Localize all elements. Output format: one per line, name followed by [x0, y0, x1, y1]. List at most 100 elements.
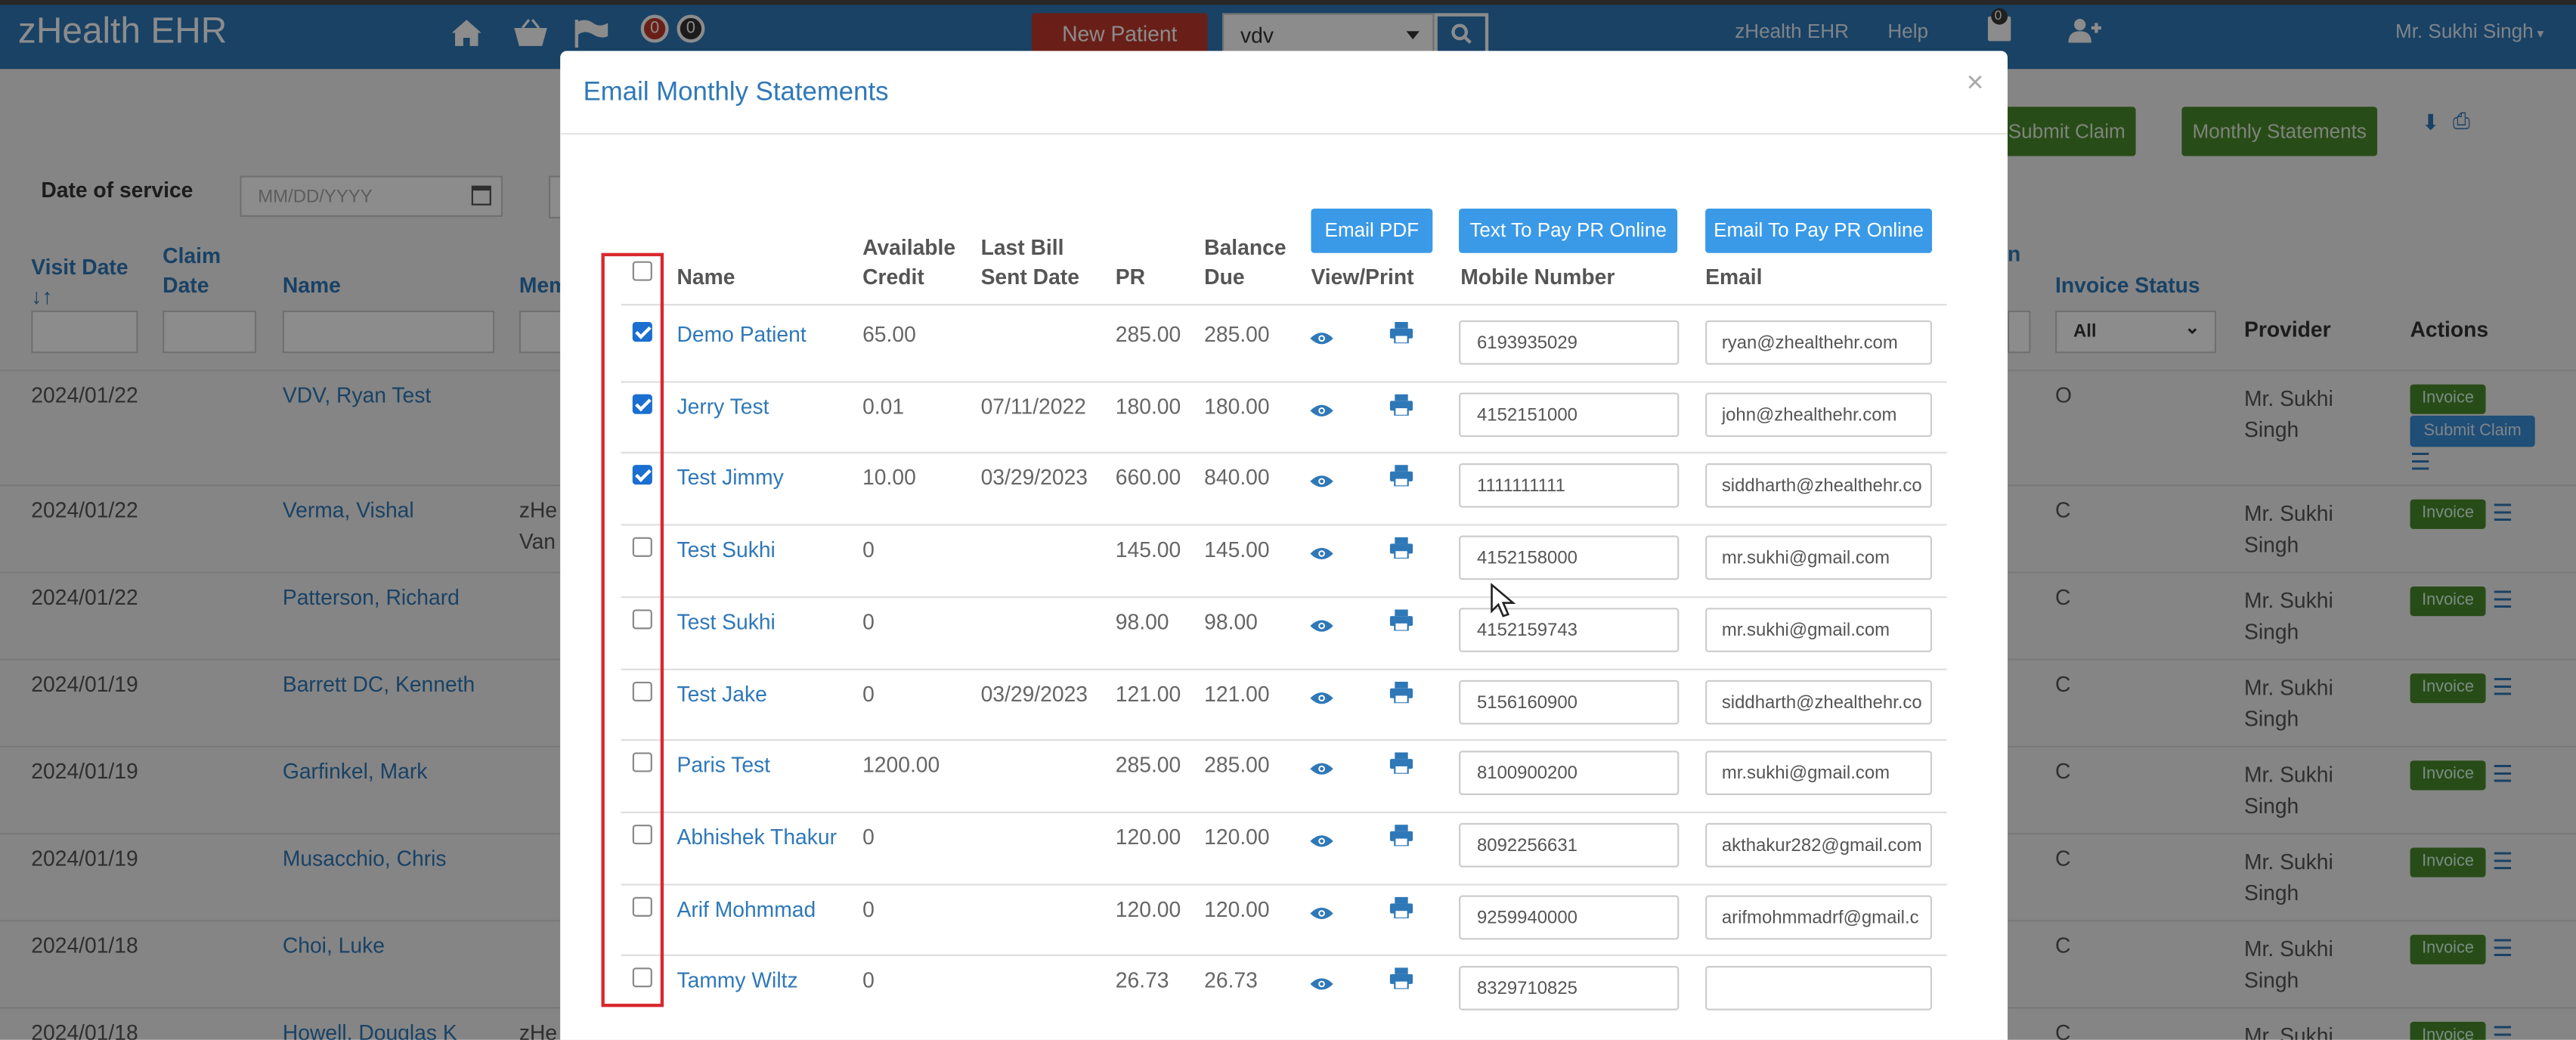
available-credit-header: Available Credit: [862, 234, 956, 289]
pr-cell: 26.73: [1115, 967, 1169, 992]
email-to-pay-button[interactable]: Email To Pay PR Online: [1705, 209, 1933, 253]
patient-name-link[interactable]: Arif Mohmmad: [677, 897, 816, 924]
checkbox-column-highlight: [601, 252, 664, 1008]
print-icon[interactable]: [1389, 322, 1413, 345]
print-icon[interactable]: [1389, 465, 1413, 488]
email-input[interactable]: mr.sukhi@gmail.com: [1705, 535, 1933, 580]
patient-name-link[interactable]: Jerry Test: [677, 395, 769, 421]
print-icon[interactable]: [1389, 825, 1413, 847]
pr-cell: 121.00: [1115, 682, 1181, 707]
mobile-number-input[interactable]: 5156160900: [1459, 679, 1680, 725]
mobile-number-input[interactable]: 1111111111: [1459, 463, 1680, 508]
pr-cell: 120.00: [1115, 825, 1181, 850]
mobile-number-input[interactable]: 8329710825: [1459, 966, 1680, 1011]
view-eye-icon[interactable]: [1309, 613, 1334, 632]
mobile-number-input[interactable]: 4152151000: [1459, 392, 1680, 438]
view-eye-icon[interactable]: [1309, 900, 1334, 920]
balance-due-cell: 180.00: [1204, 394, 1270, 419]
view-eye-icon[interactable]: [1309, 325, 1334, 345]
email-input[interactable]: [1705, 966, 1933, 1011]
patient-name-link[interactable]: Paris Test: [677, 752, 770, 778]
balance-due-cell: 121.00: [1204, 682, 1270, 707]
mobile-number-header: Mobile Number: [1460, 264, 1615, 289]
available-credit-cell: 0: [862, 609, 875, 634]
mobile-number-input[interactable]: 6193935029: [1459, 320, 1680, 365]
row-divider: [621, 811, 1947, 813]
email-input[interactable]: mr.sukhi@gmail.com: [1705, 751, 1933, 795]
row-divider: [621, 954, 1947, 956]
view-eye-icon[interactable]: [1309, 971, 1334, 990]
view-eye-icon[interactable]: [1309, 685, 1334, 704]
print-icon[interactable]: [1389, 896, 1413, 920]
email-input[interactable]: arifmohmmadrf@gmail.c: [1705, 895, 1933, 940]
table-header-divider: [621, 304, 1947, 306]
pr-cell: 660.00: [1115, 465, 1181, 490]
modal-title: Email Monthly Statements: [583, 79, 889, 107]
name-column-header: Name: [677, 264, 735, 289]
text-to-pay-button[interactable]: Text To Pay PR Online: [1459, 209, 1678, 253]
row-divider: [621, 596, 1947, 599]
view-eye-icon[interactable]: [1309, 756, 1334, 775]
pr-cell: 285.00: [1115, 752, 1181, 778]
pr-header: PR: [1115, 264, 1146, 289]
patient-name-link[interactable]: Test Sukhi: [677, 537, 775, 564]
email-input[interactable]: siddharth@zhealthehr.co: [1705, 463, 1933, 508]
view-eye-icon[interactable]: [1309, 398, 1334, 416]
balance-due-cell: 98.00: [1204, 609, 1258, 634]
view-eye-icon[interactable]: [1309, 828, 1334, 847]
patient-name-link[interactable]: Demo Patient: [677, 322, 806, 348]
pr-cell: 180.00: [1115, 394, 1181, 419]
email-input[interactable]: akthakur282@gmail.com: [1705, 822, 1933, 868]
patient-name-link[interactable]: Test Jake: [677, 682, 766, 708]
mobile-number-input[interactable]: 8100900200: [1459, 751, 1680, 795]
available-credit-cell: 0: [862, 825, 875, 850]
balance-due-cell: 120.00: [1204, 896, 1270, 922]
available-credit-cell: 0: [862, 896, 875, 922]
email-input[interactable]: siddharth@zhealthehr.co: [1705, 679, 1933, 725]
view-print-header: View/Print: [1311, 264, 1414, 289]
patient-name-link[interactable]: Test Sukhi: [677, 609, 775, 636]
mobile-number-input[interactable]: 9259940000: [1459, 895, 1680, 940]
row-divider: [621, 451, 1947, 453]
row-divider: [621, 524, 1947, 526]
print-icon[interactable]: [1389, 752, 1413, 775]
patient-name-link[interactable]: Abhishek Thakur: [677, 825, 837, 851]
modal-header-divider: [560, 133, 2008, 135]
balance-due-cell: 285.00: [1204, 322, 1270, 347]
print-icon[interactable]: [1389, 609, 1413, 632]
mobile-number-input[interactable]: 8092256631: [1459, 822, 1680, 868]
patient-name-link[interactable]: Test Jimmy: [677, 465, 783, 491]
print-icon[interactable]: [1389, 537, 1413, 560]
row-divider: [621, 381, 1947, 383]
close-icon[interactable]: ×: [1967, 67, 1984, 97]
balance-due-cell: 120.00: [1204, 825, 1270, 850]
pr-cell: 285.00: [1115, 322, 1181, 347]
available-credit-cell: 0: [862, 967, 875, 992]
print-icon[interactable]: [1389, 682, 1413, 704]
last-bill-sent-cell: 03/29/2023: [980, 465, 1088, 490]
pr-cell: 120.00: [1115, 896, 1181, 922]
email-input[interactable]: john@zhealthehr.com: [1705, 392, 1933, 438]
view-eye-icon[interactable]: [1309, 540, 1334, 560]
email-pdf-button[interactable]: Email PDF: [1311, 209, 1433, 253]
patient-name-link[interactable]: Tammy Wiltz: [677, 967, 797, 994]
available-credit-cell: 0.01: [862, 394, 905, 419]
pr-cell: 145.00: [1115, 537, 1181, 562]
available-credit-cell: 0: [862, 537, 875, 562]
pr-cell: 98.00: [1115, 609, 1169, 634]
last-bill-sent-cell: 07/11/2022: [980, 394, 1086, 419]
balance-due-cell: 285.00: [1204, 752, 1270, 778]
view-eye-icon[interactable]: [1309, 468, 1334, 488]
balance-due-cell: 840.00: [1204, 465, 1270, 490]
print-icon[interactable]: [1389, 967, 1413, 990]
available-credit-cell: 10.00: [862, 465, 916, 490]
email-input[interactable]: mr.sukhi@gmail.com: [1705, 608, 1933, 652]
balance-due-header: Balance Due: [1204, 234, 1286, 289]
available-credit-cell: 65.00: [862, 322, 916, 347]
available-credit-cell: 1200.00: [862, 752, 940, 778]
last-bill-sent-header: Last Bill Sent Date: [980, 234, 1079, 289]
print-icon[interactable]: [1389, 394, 1413, 416]
row-divider: [621, 739, 1947, 741]
mobile-number-input[interactable]: 4152158000: [1459, 535, 1680, 580]
email-input[interactable]: ryan@zhealthehr.com: [1705, 320, 1933, 365]
